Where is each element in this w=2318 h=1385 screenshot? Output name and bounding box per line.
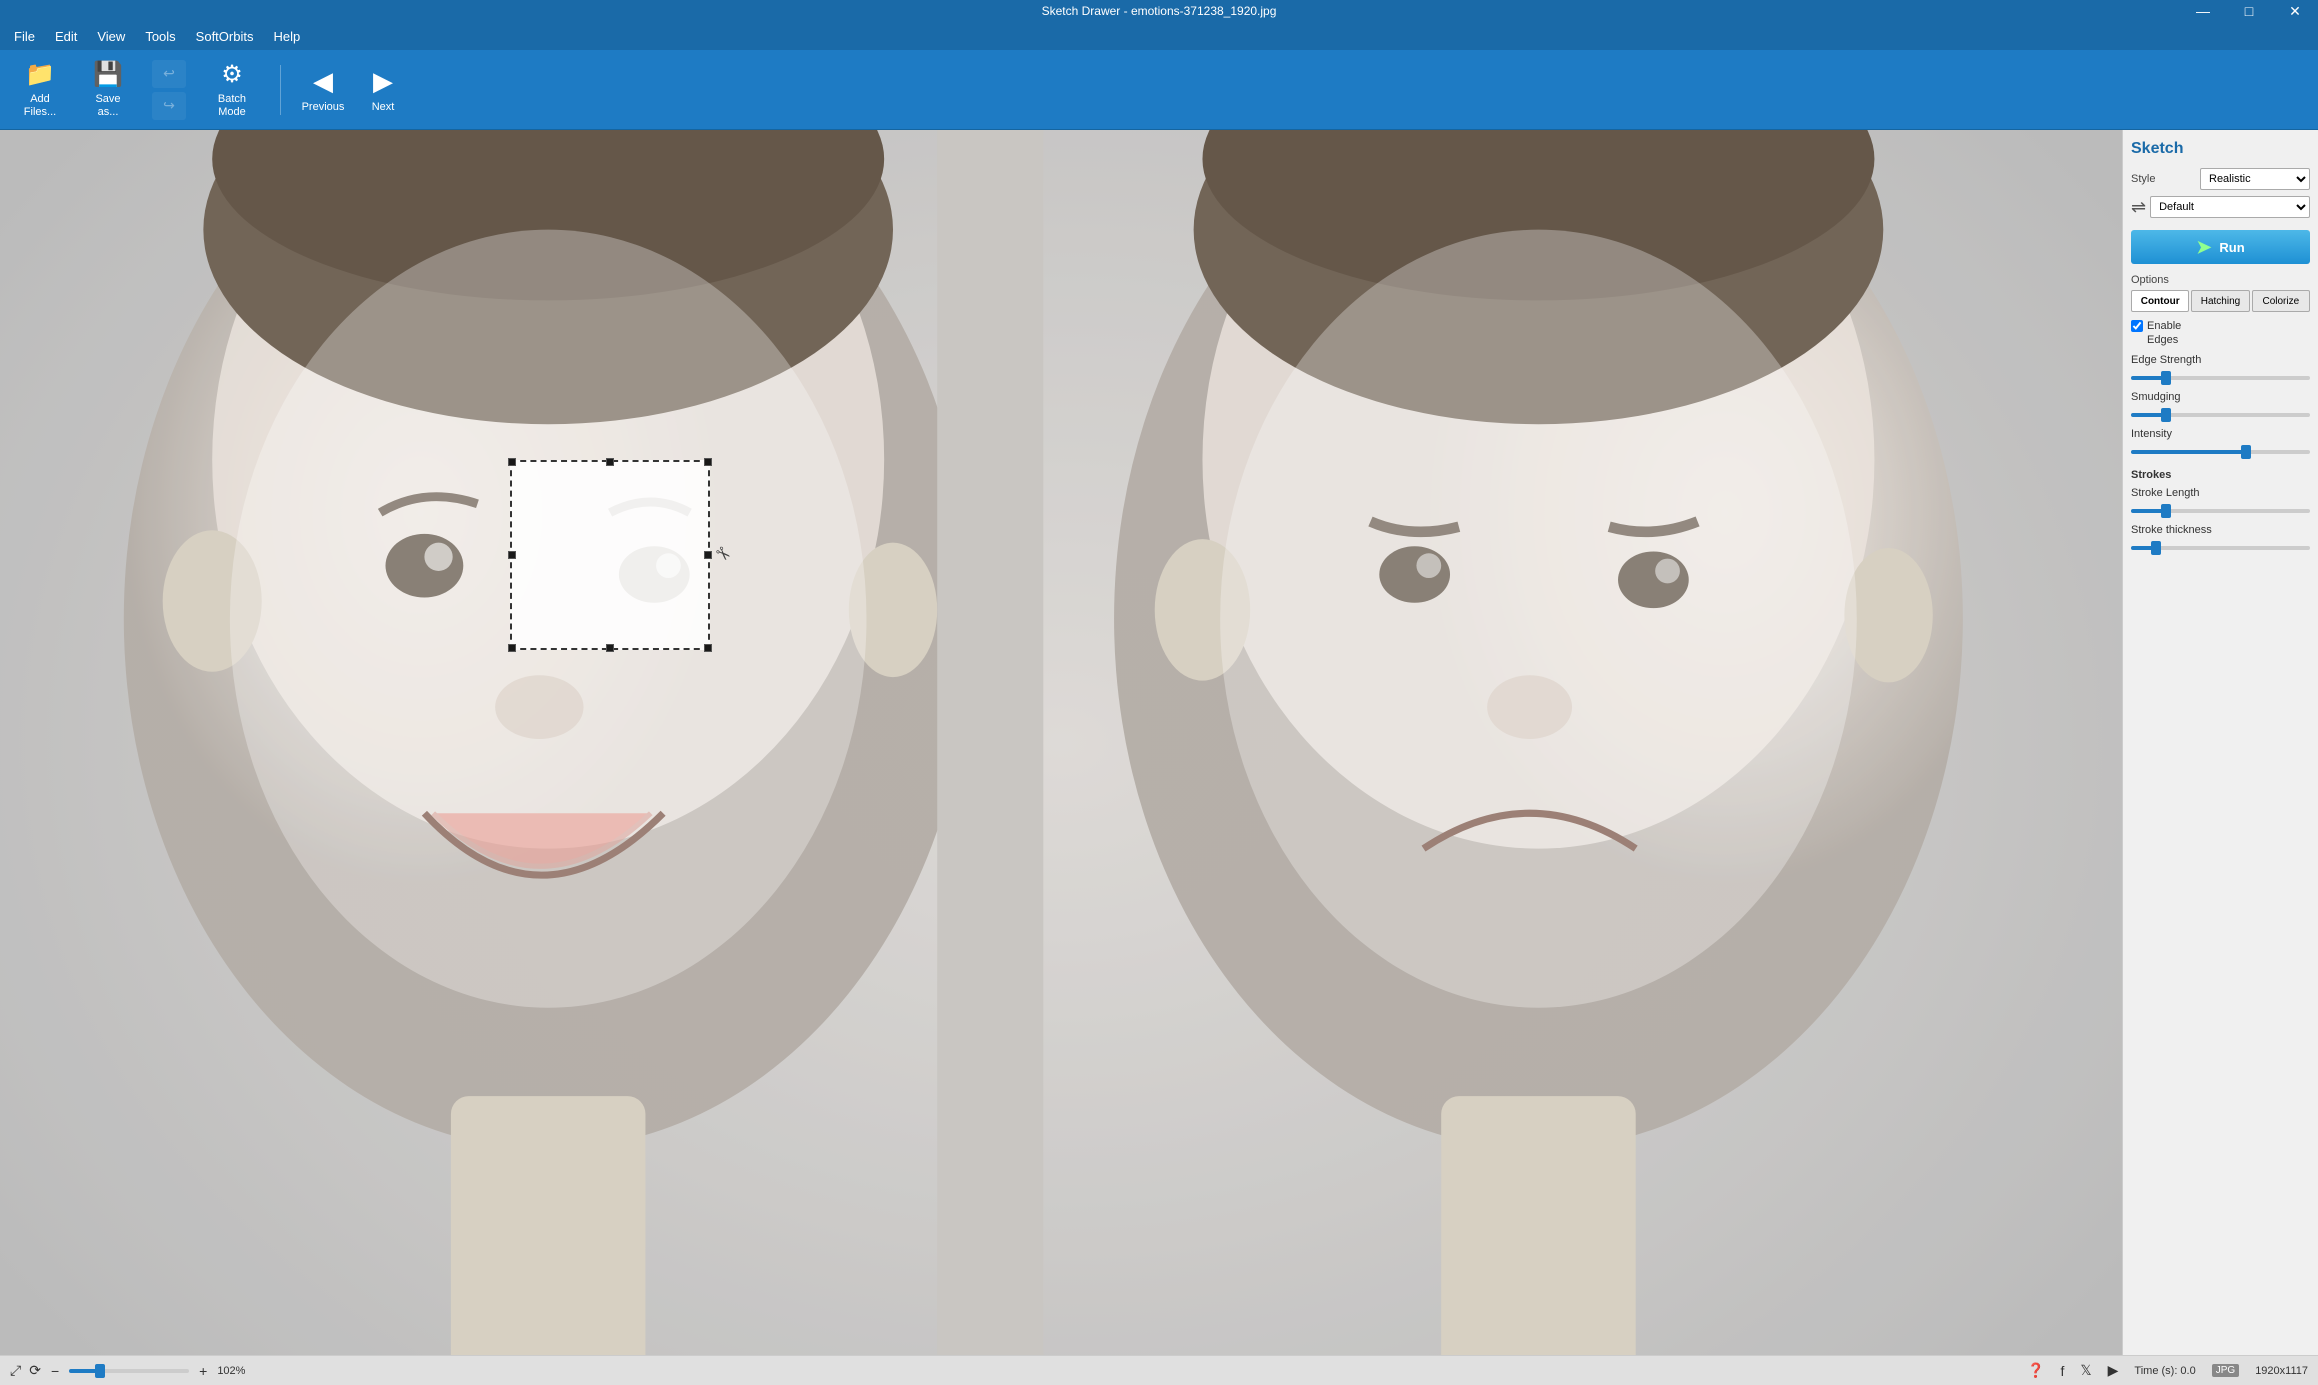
enable-edges-row: Enable [2131,320,2310,332]
next-icon: ▶ [373,66,393,97]
add-files-button[interactable]: 📁 Add Files... [8,56,72,124]
next-label: Next [372,101,395,113]
menu-help[interactable]: Help [263,25,310,48]
youtube-icon[interactable]: ▶ [2108,1362,2119,1379]
style-label: Style [2131,173,2155,185]
save-icon: 💾 [93,60,123,89]
panel-title: Sketch [2131,140,2310,158]
status-right: ❓ f 𝕏 ▶ Time (s): 0.0 JPG 1920x1117 [2027,1362,2308,1379]
batch-mode-label: Batch Mode [218,93,246,119]
handle-top-left[interactable] [508,458,516,466]
smudging-section: Smudging [2131,391,2310,420]
menu-file[interactable]: File [4,25,45,48]
maximize-button[interactable]: □ [2226,0,2272,22]
menu-softorbits[interactable]: SoftOrbits [186,25,264,48]
run-arrow-icon: ➤ [2196,237,2211,258]
menu-bar: File Edit View Tools SoftOrbits Help [0,22,2318,50]
save-as-button[interactable]: 💾 Save as... [76,56,140,124]
presets-icon: ⇌ [2131,197,2146,218]
handle-bottom-center[interactable] [606,644,614,652]
stroke-length-slider[interactable] [2131,509,2310,513]
handle-bottom-left[interactable] [508,644,516,652]
enable-edges-checkbox[interactable] [2131,320,2143,332]
tab-contour[interactable]: Contour [2131,290,2189,312]
menu-tools[interactable]: Tools [135,25,185,48]
close-button[interactable]: ✕ [2272,0,2318,22]
tab-hatching[interactable]: Hatching [2191,290,2249,312]
toolbar: 📁 Add Files... 💾 Save as... ↩ ↪ ⚙ Batch … [0,50,2318,130]
style-row: Style Realistic [2131,168,2310,190]
canvas-area[interactable]: ✂ [0,130,2122,1355]
edge-strength-label: Edge Strength [2131,354,2310,366]
stroke-thickness-label: Stroke thickness [2131,524,2310,536]
undo-redo-group: ↩ ↪ [148,56,190,124]
redo-button[interactable]: ↪ [152,92,186,120]
add-files-icon: 📁 [25,60,55,89]
handle-top-center[interactable] [606,458,614,466]
toolbar-separator-1 [280,65,281,115]
status-left: ⤢ ⟳ − + 102% [10,1362,253,1379]
photo-display [0,130,2122,1355]
zoom-minus-button[interactable]: − [49,1363,61,1379]
rotate-icon[interactable]: ⟳ [29,1362,41,1379]
zoom-value: 102% [217,1365,253,1377]
format-badge: JPG [2212,1364,2239,1377]
main-content: ✂ Sketch Style Realistic ⇌ Default ➤ Run… [0,130,2318,1355]
options-label: Options [2131,274,2310,286]
batch-mode-icon: ⚙ [221,60,243,89]
stroke-length-label: Stroke Length [2131,487,2310,499]
status-bar: ⤢ ⟳ − + 102% ❓ f 𝕏 ▶ Time (s): 0.0 JPG 1… [0,1355,2318,1385]
stroke-thickness-slider[interactable] [2131,546,2310,550]
stroke-thickness-section: Stroke thickness [2131,524,2310,553]
menu-view[interactable]: View [87,25,135,48]
tabs-row: Contour Hatching Colorize [2131,290,2310,312]
intensity-slider[interactable] [2131,450,2310,454]
intensity-section: Intensity [2131,428,2310,457]
previous-icon: ◀ [313,66,333,97]
handle-middle-left[interactable] [508,551,516,559]
save-as-label: Save as... [95,93,120,119]
run-button[interactable]: ➤ Run [2131,230,2310,264]
window-title: Sketch Drawer - emotions-371238_1920.jpg [1042,4,1277,18]
help-icon[interactable]: ❓ [2027,1362,2044,1379]
next-button[interactable]: ▶ Next [355,56,411,124]
intensity-label: Intensity [2131,428,2310,440]
style-select[interactable]: Realistic [2200,168,2310,190]
batch-mode-button[interactable]: ⚙ Batch Mode [198,56,266,124]
previous-label: Previous [302,101,345,113]
edge-strength-slider[interactable] [2131,376,2310,380]
enable-label: Enable [2147,320,2181,332]
edge-strength-section: Edge Strength [2131,354,2310,383]
run-label: Run [2219,240,2244,255]
facebook-icon[interactable]: f [2060,1363,2064,1379]
zoom-plus-button[interactable]: + [197,1363,209,1379]
twitter-icon[interactable]: 𝕏 [2080,1362,2091,1379]
resolution-display: 1920x1117 [2255,1365,2308,1377]
tab-colorize[interactable]: Colorize [2252,290,2310,312]
handle-bottom-right[interactable] [704,644,712,652]
previous-button[interactable]: ◀ Previous [295,56,351,124]
smudging-slider[interactable] [2131,413,2310,417]
right-panel: Sketch Style Realistic ⇌ Default ➤ Run O… [2122,130,2318,1355]
undo-button[interactable]: ↩ [152,60,186,88]
stroke-length-section: Stroke Length [2131,487,2310,516]
menu-edit[interactable]: Edit [45,25,87,48]
add-files-label: Add Files... [24,93,56,119]
edges-sublabel: Edges [2147,334,2310,346]
presets-row: ⇌ Default [2131,196,2310,218]
time-display: Time (s): 0.0 [2134,1365,2195,1377]
smudging-label: Smudging [2131,391,2310,403]
minimize-button[interactable]: — [2180,0,2226,22]
handle-top-right[interactable] [704,458,712,466]
strokes-label: Strokes [2131,469,2310,481]
fit-screen-icon[interactable]: ⤢ [10,1362,21,1379]
presets-select[interactable]: Default [2150,196,2310,218]
selection-box[interactable]: ✂ [510,460,710,650]
zoom-slider[interactable] [69,1369,189,1373]
